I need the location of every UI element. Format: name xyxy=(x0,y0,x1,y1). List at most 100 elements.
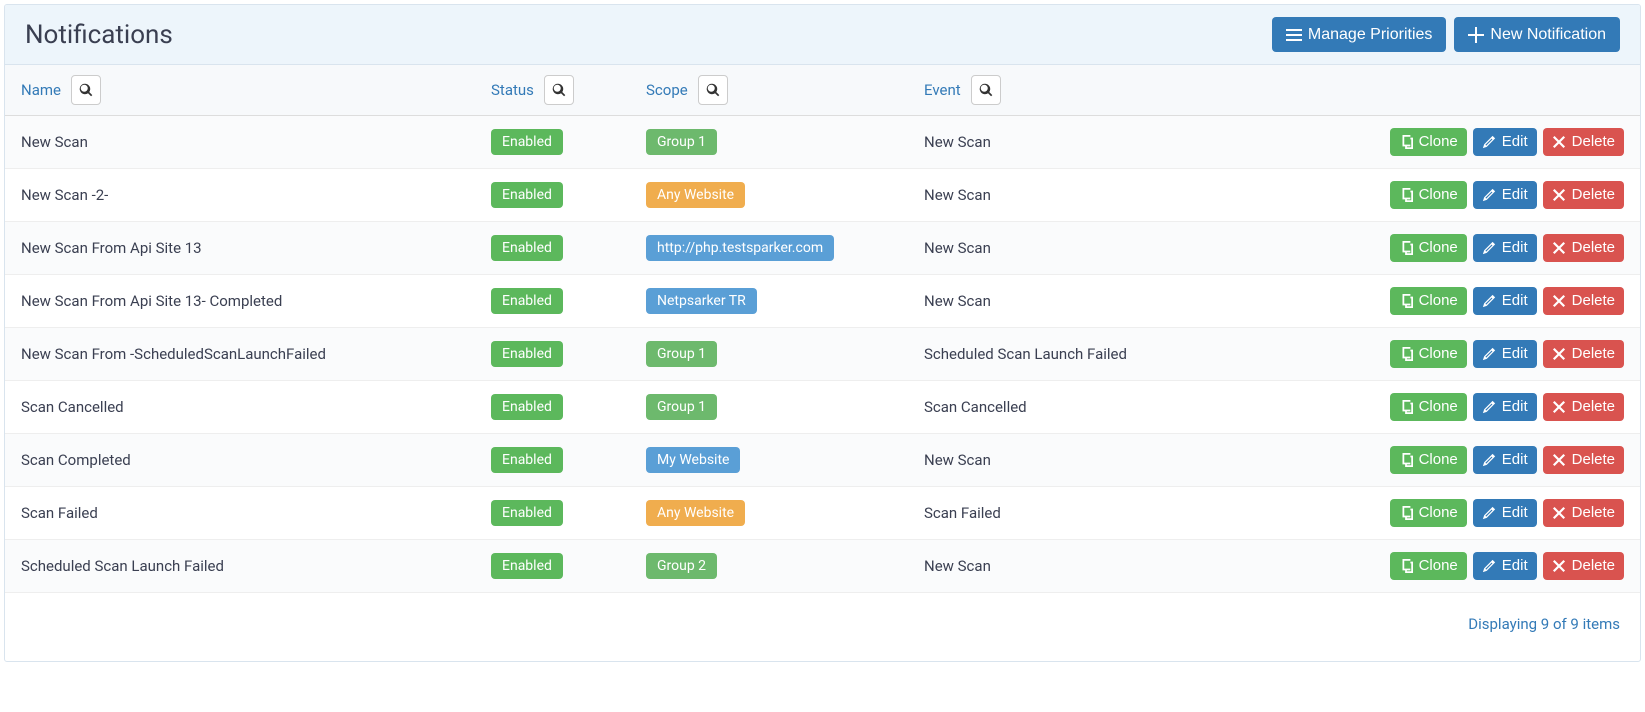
edit-label: Edit xyxy=(1502,186,1528,204)
status-badge: Enabled xyxy=(491,129,563,155)
search-name-button[interactable] xyxy=(71,75,101,105)
search-icon xyxy=(79,83,93,97)
clone-button[interactable]: Clone xyxy=(1390,234,1467,262)
delete-button[interactable]: Delete xyxy=(1543,181,1624,209)
edit-button[interactable]: Edit xyxy=(1473,499,1537,527)
clone-label: Clone xyxy=(1419,345,1458,363)
edit-label: Edit xyxy=(1502,292,1528,310)
column-header-name[interactable]: Name xyxy=(21,81,61,99)
manage-priorities-button[interactable]: Manage Priorities xyxy=(1272,17,1447,52)
new-notification-button[interactable]: New Notification xyxy=(1454,17,1620,52)
delete-label: Delete xyxy=(1572,292,1615,310)
table-row: New Scan -2- Enabled Any Website New Sca… xyxy=(5,169,1640,222)
table-row: Scan Completed Enabled My Website New Sc… xyxy=(5,434,1640,487)
clone-button[interactable]: Clone xyxy=(1390,340,1467,368)
delete-button[interactable]: Delete xyxy=(1543,499,1624,527)
clone-label: Clone xyxy=(1419,557,1458,575)
scope-badge: Group 2 xyxy=(646,553,717,579)
clone-button[interactable]: Clone xyxy=(1390,287,1467,315)
edit-button[interactable]: Edit xyxy=(1473,393,1537,421)
delete-button[interactable]: Delete xyxy=(1543,234,1624,262)
edit-button[interactable]: Edit xyxy=(1473,128,1537,156)
table-row: Scan Failed Enabled Any Website Scan Fai… xyxy=(5,487,1640,540)
edit-button[interactable]: Edit xyxy=(1473,234,1537,262)
delete-label: Delete xyxy=(1572,557,1615,575)
edit-label: Edit xyxy=(1502,345,1528,363)
column-header-scope[interactable]: Scope xyxy=(646,81,688,99)
edit-icon xyxy=(1482,506,1496,520)
delete-label: Delete xyxy=(1572,133,1615,151)
scope-badge: http://php.testsparker.com xyxy=(646,235,834,261)
cell-name: New Scan From Api Site 13 xyxy=(21,239,202,257)
clone-button[interactable]: Clone xyxy=(1390,181,1467,209)
column-header-status[interactable]: Status xyxy=(491,81,534,99)
table-row: New Scan From -ScheduledScanLaunchFailed… xyxy=(5,328,1640,381)
delete-button[interactable]: Delete xyxy=(1543,287,1624,315)
scope-badge: My Website xyxy=(646,447,740,473)
edit-label: Edit xyxy=(1502,557,1528,575)
table-footer: Displaying 9 of 9 items xyxy=(5,593,1640,661)
table-body: New Scan Enabled Group 1 New Scan Clone … xyxy=(5,116,1640,593)
clone-label: Clone xyxy=(1419,292,1458,310)
copy-icon xyxy=(1399,188,1413,202)
cell-name: Scan Cancelled xyxy=(21,398,124,416)
scope-badge: Group 1 xyxy=(646,341,717,367)
edit-icon xyxy=(1482,453,1496,467)
edit-label: Edit xyxy=(1502,398,1528,416)
edit-button[interactable]: Edit xyxy=(1473,181,1537,209)
close-icon xyxy=(1552,347,1566,361)
delete-label: Delete xyxy=(1572,345,1615,363)
search-icon xyxy=(979,83,993,97)
search-scope-button[interactable] xyxy=(698,75,728,105)
column-header-event[interactable]: Event xyxy=(924,81,961,99)
plus-icon xyxy=(1468,27,1484,43)
edit-button[interactable]: Edit xyxy=(1473,446,1537,474)
table-row: Scan Cancelled Enabled Group 1 Scan Canc… xyxy=(5,381,1640,434)
edit-button[interactable]: Edit xyxy=(1473,552,1537,580)
cell-event: Scan Cancelled xyxy=(924,398,1027,416)
clone-label: Clone xyxy=(1419,504,1458,522)
delete-button[interactable]: Delete xyxy=(1543,340,1624,368)
edit-label: Edit xyxy=(1502,133,1528,151)
search-status-button[interactable] xyxy=(544,75,574,105)
cell-name: Scan Failed xyxy=(21,504,98,522)
clone-button[interactable]: Clone xyxy=(1390,499,1467,527)
delete-button[interactable]: Delete xyxy=(1543,446,1624,474)
delete-label: Delete xyxy=(1572,398,1615,416)
delete-button[interactable]: Delete xyxy=(1543,552,1624,580)
close-icon xyxy=(1552,294,1566,308)
copy-icon xyxy=(1399,559,1413,573)
search-event-button[interactable] xyxy=(971,75,1001,105)
cell-event: New Scan xyxy=(924,133,991,151)
cell-event: New Scan xyxy=(924,239,991,257)
close-icon xyxy=(1552,188,1566,202)
search-icon xyxy=(706,83,720,97)
edit-button[interactable]: Edit xyxy=(1473,287,1537,315)
delete-label: Delete xyxy=(1572,451,1615,469)
clone-button[interactable]: Clone xyxy=(1390,552,1467,580)
table-row: New Scan From Api Site 13- Completed Ena… xyxy=(5,275,1640,328)
edit-button[interactable]: Edit xyxy=(1473,340,1537,368)
status-badge: Enabled xyxy=(491,182,563,208)
table-row: New Scan From Api Site 13 Enabled http:/… xyxy=(5,222,1640,275)
clone-button[interactable]: Clone xyxy=(1390,446,1467,474)
close-icon xyxy=(1552,135,1566,149)
panel-header: Notifications Manage Priorities New Noti… xyxy=(5,5,1640,65)
clone-label: Clone xyxy=(1419,239,1458,257)
edit-label: Edit xyxy=(1502,504,1528,522)
clone-button[interactable]: Clone xyxy=(1390,393,1467,421)
delete-button[interactable]: Delete xyxy=(1543,128,1624,156)
delete-button[interactable]: Delete xyxy=(1543,393,1624,421)
cell-name: New Scan From -ScheduledScanLaunchFailed xyxy=(21,345,326,363)
status-badge: Enabled xyxy=(491,235,563,261)
clone-label: Clone xyxy=(1419,186,1458,204)
delete-label: Delete xyxy=(1572,504,1615,522)
cell-event: New Scan xyxy=(924,292,991,310)
table-row: New Scan Enabled Group 1 New Scan Clone … xyxy=(5,116,1640,169)
clone-button[interactable]: Clone xyxy=(1390,128,1467,156)
scope-badge: Group 1 xyxy=(646,129,717,155)
close-icon xyxy=(1552,241,1566,255)
notifications-panel: Notifications Manage Priorities New Noti… xyxy=(4,4,1641,662)
edit-label: Edit xyxy=(1502,239,1528,257)
edit-icon xyxy=(1482,400,1496,414)
